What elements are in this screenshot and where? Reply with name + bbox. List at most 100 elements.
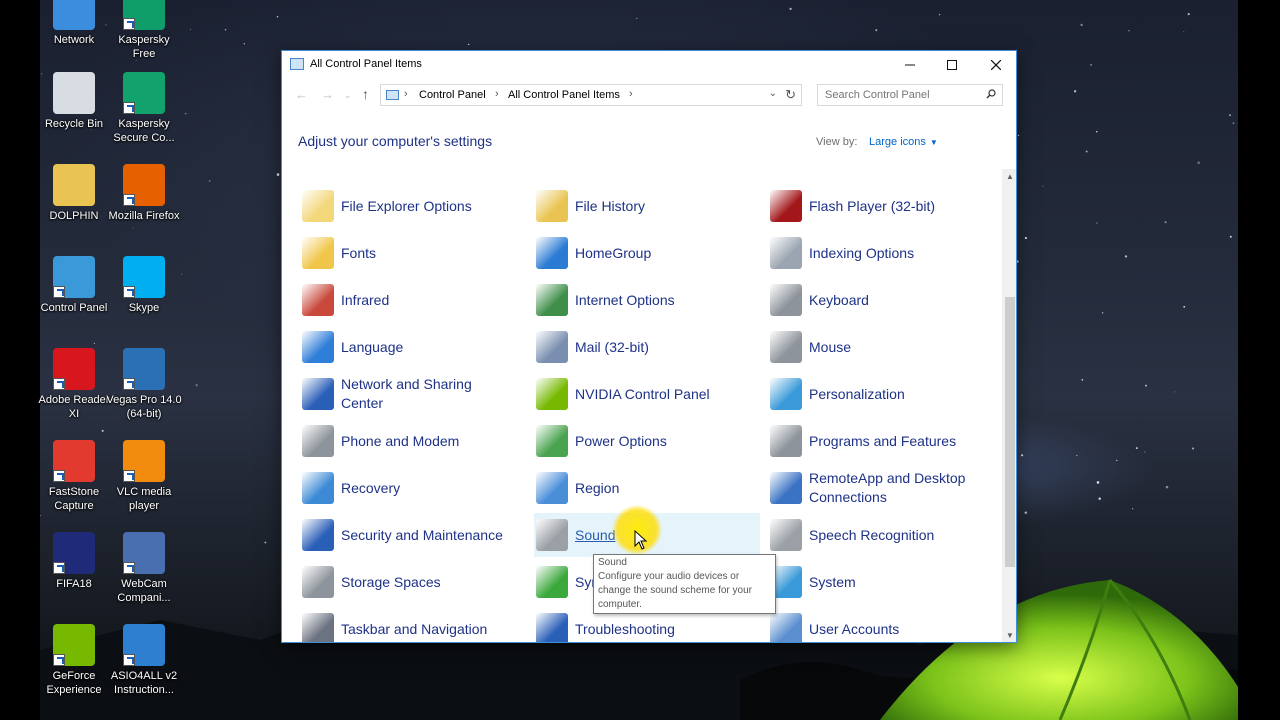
vlc-icon (123, 440, 165, 482)
user-accounts-icon (770, 613, 802, 642)
breadcrumb-separator-icon[interactable]: › (629, 88, 633, 100)
minimize-button[interactable] (888, 51, 932, 79)
forward-arrow-icon[interactable]: → (321, 87, 334, 102)
star (1116, 459, 1118, 462)
desktop-icon[interactable]: Skype (106, 256, 182, 315)
power-options-icon (536, 425, 568, 457)
breadcrumb-control-panel[interactable]: Control Panel (419, 89, 486, 101)
control-panel-item[interactable]: Phone and Modem (300, 419, 526, 463)
maximize-button[interactable] (930, 51, 974, 79)
security-maintenance-icon (302, 519, 334, 551)
control-panel-item[interactable]: User Accounts (768, 607, 994, 642)
star (636, 17, 638, 19)
control-panel-item[interactable]: Recovery (300, 466, 526, 510)
control-panel-item[interactable]: Indexing Options (768, 231, 994, 275)
shortcut-arrow-icon (123, 378, 135, 390)
breadcrumb-separator-icon[interactable]: › (495, 88, 499, 100)
desktop-icon[interactable]: Mozilla Firefox (106, 164, 182, 223)
navigation-bar: ← → ⌄ ↑ › Control Panel › All Control Pa… (282, 81, 1016, 111)
close-button[interactable] (974, 51, 1016, 79)
control-panel-item[interactable]: Security and Maintenance (300, 513, 526, 557)
star (189, 28, 191, 30)
scrollbar-thumb[interactable] (1005, 297, 1015, 567)
control-panel-item[interactable]: File History (534, 184, 760, 228)
address-bar[interactable]: › Control Panel › All Control Panel Item… (380, 84, 802, 106)
control-panel-item-label: Indexing Options (809, 244, 915, 261)
star (1024, 511, 1028, 514)
search-icon[interactable] (986, 89, 996, 99)
control-panel-item[interactable]: HomeGroup (534, 231, 760, 275)
vertical-scrollbar[interactable]: ▲ ▼ (1002, 169, 1016, 642)
recent-locations-icon[interactable]: ⌄ (344, 90, 352, 101)
desktop-icon[interactable]: Kaspersky Secure Co... (106, 72, 182, 145)
control-panel-item-label: Speech Recognition (809, 526, 935, 543)
up-arrow-icon[interactable]: ↑ (362, 86, 369, 102)
star (1096, 481, 1100, 484)
desktop-icon[interactable]: Kaspersky Free (106, 0, 182, 61)
breadcrumb-separator-icon[interactable]: › (404, 88, 408, 100)
faststone-capture-icon (53, 440, 95, 482)
back-arrow-icon[interactable]: ← (295, 87, 308, 102)
control-panel-item[interactable]: File Explorer Options (300, 184, 526, 228)
control-panel-item[interactable]: Region (534, 466, 760, 510)
scroll-up-icon[interactable]: ▲ (1002, 169, 1016, 185)
control-panel-item[interactable]: Power Options (534, 419, 760, 463)
control-panel-item[interactable]: System (768, 560, 994, 604)
speech-recognition-icon (770, 519, 802, 551)
control-panel-item[interactable]: Internet Options (534, 278, 760, 322)
star (1135, 447, 1138, 450)
breadcrumb-all-items[interactable]: All Control Panel Items (508, 89, 620, 101)
personalization-icon (770, 378, 802, 410)
control-panel-item[interactable]: Personalization (768, 372, 994, 416)
search-input[interactable] (825, 89, 975, 101)
control-panel-item-label: Mouse (809, 338, 852, 355)
desktop-icon[interactable]: VLC media player (106, 440, 182, 513)
vegas-pro-icon (123, 348, 165, 390)
control-panel-item[interactable]: Speech Recognition (768, 513, 994, 557)
address-dropdown-icon[interactable]: ⌄ (769, 88, 777, 99)
control-panel-item[interactable]: Flash Player (32-bit) (768, 184, 994, 228)
desktop-icon[interactable]: Control Panel (36, 256, 112, 315)
desktop-icon[interactable]: Network (36, 0, 112, 47)
scroll-down-icon[interactable]: ▼ (1002, 628, 1016, 642)
view-by-dropdown[interactable]: Large icons ▼ (869, 136, 938, 148)
control-panel-item[interactable]: Programs and Features (768, 419, 994, 463)
desktop-icon[interactable]: FastStone Capture (36, 440, 112, 513)
desktop-icon[interactable]: Recycle Bin (36, 72, 112, 131)
control-panel-item[interactable]: Fonts (300, 231, 526, 275)
star (1095, 130, 1098, 133)
desktop-icon[interactable]: Adobe Reader XI (36, 348, 112, 421)
control-panel-item[interactable]: Infrared (300, 278, 526, 322)
desktop-icon[interactable]: WebCam Compani... (106, 532, 182, 605)
title-bar[interactable]: All Control Panel Items (282, 51, 1016, 79)
close-icon (991, 60, 1001, 70)
control-panel-item[interactable]: Mouse (768, 325, 994, 369)
star (1098, 497, 1101, 500)
nvidia-icon (536, 378, 568, 410)
desktop-icon[interactable]: GeForce Experience (36, 624, 112, 697)
control-panel-item[interactable]: Keyboard (768, 278, 994, 322)
desktop-icon[interactable]: DOLPHIN (36, 164, 112, 223)
desktop-icon[interactable]: ASIO4ALL v2 Instruction... (106, 624, 182, 697)
control-panel-item-label: Mail (32-bit) (575, 338, 649, 355)
star (1128, 29, 1130, 32)
control-panel-item-label: File History (575, 197, 646, 214)
control-panel-item[interactable]: Taskbar and Navigation (300, 607, 526, 642)
control-panel-item[interactable]: Storage Spaces (300, 560, 526, 604)
desktop-icon[interactable]: FIFA18 (36, 532, 112, 591)
desktop-icon-label: Network (53, 34, 95, 46)
desktop-icon-label: FIFA18 (56, 578, 92, 590)
control-panel-item-label: Region (575, 479, 620, 496)
refresh-icon[interactable]: ↻ (785, 87, 796, 103)
control-panel-item[interactable]: Language (300, 325, 526, 369)
control-panel-item[interactable]: Network and Sharing Center (300, 372, 526, 416)
star (1164, 221, 1167, 224)
control-panel-item[interactable]: Mail (32-bit) (534, 325, 760, 369)
star (1017, 134, 1020, 137)
phone-modem-icon (302, 425, 334, 457)
star (1183, 31, 1185, 33)
control-panel-item[interactable]: RemoteApp and Desktop Connections (768, 466, 994, 510)
search-box[interactable] (817, 84, 1003, 106)
desktop-icon[interactable]: Vegas Pro 14.0 (64-bit) (106, 348, 182, 421)
control-panel-item[interactable]: NVIDIA Control Panel (534, 372, 760, 416)
